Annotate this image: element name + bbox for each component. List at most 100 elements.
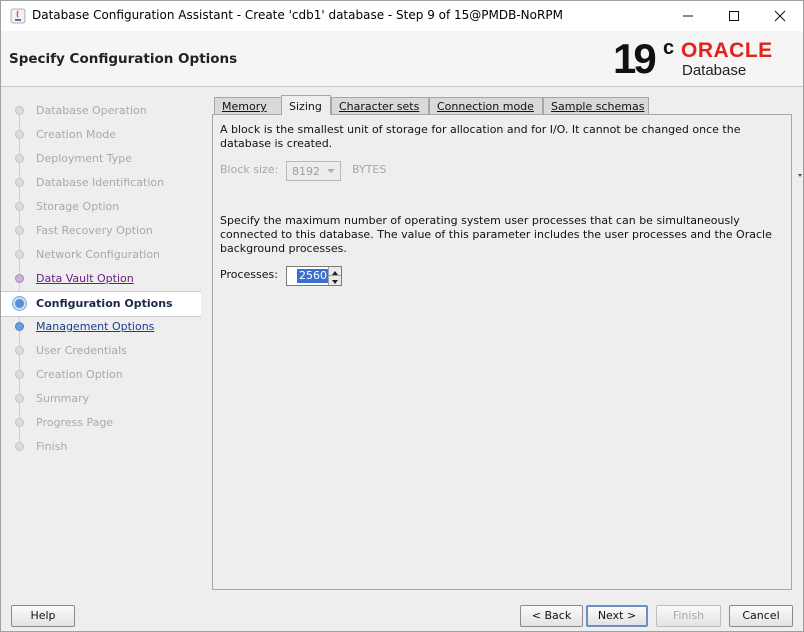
step-indicator-icon: [15, 274, 24, 283]
step-label: Network Configuration: [36, 248, 161, 261]
sizing-panel: A block is the smallest unit of storage …: [212, 114, 792, 590]
logo-version: 19: [613, 35, 657, 82]
tab-sample-schemas[interactable]: Sample schemas: [543, 97, 649, 114]
step-database-operation: Database Operation: [1, 99, 201, 123]
back-button[interactable]: < Back: [520, 605, 583, 627]
dbca-window: Database Configuration Assistant - Creat…: [0, 0, 804, 632]
tab-label: Sizing: [289, 100, 322, 113]
java-app-icon: [10, 8, 26, 24]
step-label: Database Identification: [36, 176, 165, 189]
minimize-button[interactable]: [665, 1, 711, 31]
spinner-up-button[interactable]: [328, 267, 341, 276]
maximize-button[interactable]: [711, 1, 757, 31]
step-label: Summary: [36, 392, 90, 405]
tab-bar: Memory Sizing Character sets Connection …: [212, 95, 792, 115]
scroll-edge-marker: [798, 171, 803, 181]
step-label: Progress Page: [36, 416, 114, 429]
step-label: Creation Mode: [36, 128, 117, 141]
step-label: User Credentials: [36, 344, 127, 357]
processes-description: Specify the maximum number of operating …: [220, 214, 772, 255]
help-button[interactable]: Help: [11, 605, 75, 627]
step-deployment-type: Deployment Type: [1, 147, 201, 171]
block-size-select: 8192: [286, 161, 341, 181]
tab-label: Sample schemas: [551, 100, 645, 113]
block-description: A block is the smallest unit of storage …: [220, 123, 741, 150]
step-label[interactable]: Management Options: [36, 320, 154, 333]
step-progress-page: Progress Page: [1, 411, 201, 435]
step-indicator-icon: [15, 394, 24, 403]
window-title: Database Configuration Assistant - Creat…: [32, 8, 563, 22]
block-size-value: 8192: [292, 165, 320, 178]
block-size-label: Block size:: [220, 163, 279, 176]
spinner-down-button[interactable]: [328, 276, 341, 285]
step-data-vault-option[interactable]: Data Vault Option: [1, 267, 201, 291]
cancel-button[interactable]: Cancel: [729, 605, 793, 627]
step-indicator-icon: [15, 322, 24, 331]
tab-label: Connection mode: [437, 100, 534, 113]
step-label: Database Operation: [36, 104, 147, 117]
processes-value[interactable]: 2560: [297, 269, 329, 283]
step-finish: Finish: [1, 435, 201, 459]
step-configuration-options: Configuration Options: [1, 291, 201, 317]
step-label[interactable]: Data Vault Option: [36, 272, 134, 285]
step-creation-option: Creation Option: [1, 363, 201, 387]
tab-label: Character sets: [339, 100, 420, 113]
step-indicator-icon: [15, 442, 24, 451]
step-navigation: Database Operation Creation Mode Deploymen…: [1, 87, 201, 595]
next-button[interactable]: Next >: [586, 605, 648, 627]
step-network-configuration: Network Configuration: [1, 243, 201, 267]
block-size-unit: BYTES: [352, 163, 387, 176]
step-indicator-icon: [15, 202, 24, 211]
minimize-icon: [683, 15, 693, 17]
processes-spinner[interactable]: 2560: [286, 266, 342, 286]
step-fast-recovery-option: Fast Recovery Option: [1, 219, 201, 243]
chevron-down-icon: [327, 169, 335, 173]
oracle-database-logo: 19 c ORACLE Database: [613, 35, 793, 82]
step-indicator-icon: [15, 178, 24, 187]
step-label: Storage Option: [36, 200, 120, 213]
content-area: Memory Sizing Character sets Connection …: [212, 95, 792, 595]
finish-label: Finish: [672, 609, 705, 622]
step-label: Fast Recovery Option: [36, 224, 153, 237]
processes-label: Processes:: [220, 268, 278, 281]
scroll-arrow-icon: [798, 174, 802, 177]
next-label: Next >: [597, 609, 637, 622]
logo-product: Database: [682, 62, 747, 79]
finish-button: Finish: [656, 605, 721, 627]
help-label: Help: [30, 609, 56, 622]
title-bar: Database Configuration Assistant - Creat…: [1, 1, 803, 31]
page-header: Specify Configuration Options 19 c ORACL…: [1, 31, 803, 87]
step-indicator-icon: [15, 154, 24, 163]
step-creation-mode: Creation Mode: [1, 123, 201, 147]
tab-sizing[interactable]: Sizing: [281, 95, 331, 115]
cancel-label: Cancel: [742, 609, 780, 622]
tab-memory[interactable]: Memory: [214, 97, 282, 114]
step-indicator-icon: [15, 106, 24, 115]
step-indicator-icon: [15, 418, 24, 427]
step-indicator-icon: [15, 130, 24, 139]
step-management-options[interactable]: Management Options: [1, 315, 201, 339]
step-indicator-icon: [12, 296, 27, 311]
step-database-identification: Database Identification: [1, 171, 201, 195]
logo-version-suffix: c: [663, 37, 675, 59]
tab-label: Memory: [222, 100, 267, 113]
step-indicator-icon: [15, 226, 24, 235]
page-title: Specify Configuration Options: [9, 51, 238, 67]
step-label: Configuration Options: [36, 297, 173, 310]
step-user-credentials: User Credentials: [1, 339, 201, 363]
step-indicator-icon: [15, 250, 24, 259]
back-label: < Back: [531, 609, 572, 622]
step-summary: Summary: [1, 387, 201, 411]
logo-vendor: ORACLE: [681, 39, 773, 62]
step-label: Deployment Type: [36, 152, 133, 165]
step-label: Creation Option: [36, 368, 123, 381]
step-label: Finish: [36, 440, 68, 453]
tab-character-sets[interactable]: Character sets: [331, 97, 429, 114]
step-indicator-icon: [15, 346, 24, 355]
arrow-down-icon: [332, 280, 338, 284]
close-window-button[interactable]: [757, 1, 803, 31]
tab-connection-mode[interactable]: Connection mode: [429, 97, 543, 114]
step-indicator-icon: [15, 370, 24, 379]
maximize-icon: [729, 11, 739, 21]
step-storage-option: Storage Option: [1, 195, 201, 219]
